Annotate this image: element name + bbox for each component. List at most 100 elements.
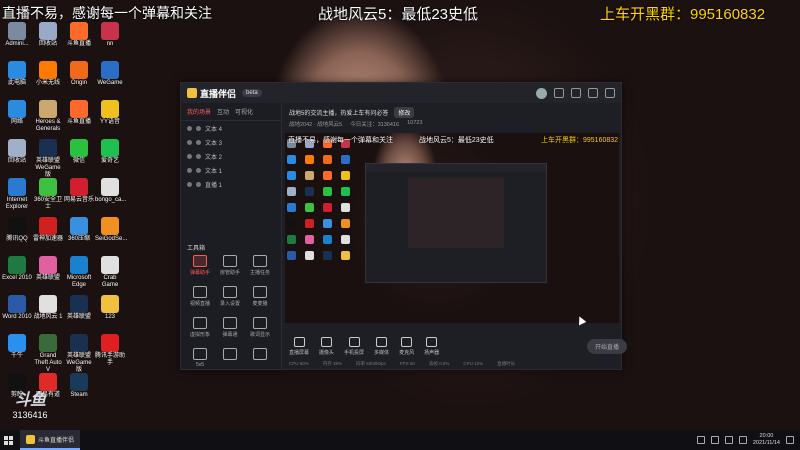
source-button[interactable]: 手机投屏 — [344, 336, 365, 356]
lock-icon[interactable] — [196, 139, 201, 145]
bell-icon[interactable] — [588, 88, 598, 98]
desktop-icon[interactable]: 回收站 — [2, 139, 32, 165]
lock-icon[interactable] — [196, 181, 201, 187]
source-label: 手机投屏 — [344, 349, 365, 356]
desktop-icon[interactable]: Excel 2010 — [2, 256, 32, 282]
version-badge[interactable]: beta — [242, 89, 262, 97]
nested-titlebar — [366, 164, 546, 172]
visibility-eye-icon[interactable] — [187, 139, 192, 145]
tool-item[interactable]: 弹幕助手 — [185, 255, 215, 276]
desktop-icon[interactable]: Microsoft Edge — [64, 256, 94, 289]
desktop-icon[interactable]: 战地风云 1 — [33, 295, 63, 321]
tool-item[interactable]: 5v5 — [185, 348, 215, 368]
start-button[interactable] — [0, 430, 16, 450]
desktop-icon[interactable]: 腾讯手游助手 — [95, 334, 125, 367]
desktop-icon[interactable]: nn — [95, 22, 125, 48]
tool-item[interactable]: 视频直播 — [185, 286, 215, 307]
desktop-icon[interactable]: 爱奇艺 — [95, 139, 125, 165]
volume-icon[interactable] — [724, 436, 733, 444]
tab-my-scenes[interactable]: 我的场景 — [187, 107, 211, 116]
source-button[interactable]: 扬声器 — [424, 336, 439, 356]
desktop-icon[interactable]: 回收站 — [33, 22, 63, 48]
desktop-icon[interactable]: 雷神加速器 — [33, 217, 63, 243]
desktop-icon[interactable]: Word 2010 — [2, 295, 32, 321]
scene-item[interactable]: 文本 1 — [181, 163, 281, 177]
desktop-icon[interactable]: 千牛 — [2, 334, 32, 360]
stream-category[interactable]: 战地2042 · 战地风云5 — [289, 120, 342, 128]
tool-item[interactable] — [215, 348, 245, 368]
lock-icon[interactable] — [196, 153, 201, 159]
tab-interact[interactable]: 互动 — [217, 107, 229, 116]
desktop-icon[interactable]: Admini... — [2, 22, 32, 48]
status-item: CPU 12% — [463, 361, 484, 366]
desktop-icon[interactable]: 360压缩 — [64, 217, 94, 243]
desktop-icon[interactable]: SeiGodSe... — [95, 217, 127, 243]
ime-icon[interactable] — [738, 436, 747, 444]
desktop-icon[interactable]: Internet Explorer — [2, 178, 32, 211]
user-avatar[interactable] — [536, 87, 547, 99]
desktop-icon[interactable]: Heroes & Generals — [33, 100, 63, 133]
desktop-icon[interactable]: Crab Game — [95, 256, 125, 289]
visibility-eye-icon[interactable] — [187, 153, 192, 159]
tool-item[interactable]: 歌词显示 — [245, 317, 275, 338]
tray-up-icon[interactable] — [696, 436, 705, 444]
desktop-icon[interactable]: bongo_ca... — [95, 178, 127, 204]
desktop-icon[interactable]: 斗鱼直播 — [64, 22, 94, 48]
desktop-icon[interactable]: Steam — [64, 373, 94, 399]
scene-item[interactable]: 文本 4 — [181, 121, 281, 135]
visibility-eye-icon[interactable] — [187, 181, 192, 187]
start-stream-button[interactable]: 开始直播 — [586, 338, 627, 354]
desktop-icon-label: Grand Theft Auto V — [34, 353, 62, 373]
lock-icon[interactable] — [196, 167, 201, 173]
scene-item[interactable]: 直播 1 — [181, 177, 281, 191]
preview-icon — [323, 219, 332, 228]
gift-icon[interactable] — [554, 88, 564, 98]
scene-item[interactable]: 文本 3 — [181, 135, 281, 149]
desktop-icon[interactable]: 网易云音乐 — [64, 178, 94, 204]
tab-visual[interactable]: 可视化 — [235, 107, 253, 116]
desktop-icon[interactable]: 微信 — [64, 139, 94, 165]
tool-item[interactable]: 主播任务 — [245, 255, 275, 276]
clock[interactable]: 20:00 2021/11/14 — [753, 433, 780, 447]
tool-item[interactable]: 房管助手 — [215, 255, 245, 276]
source-button[interactable]: 摄像头 — [319, 336, 334, 356]
desktop-icon[interactable]: 斗鱼直播 — [64, 100, 94, 126]
desktop-icon[interactable]: 小米无线 — [33, 61, 63, 87]
visibility-eye-icon[interactable] — [187, 167, 192, 173]
desktop-icon[interactable]: WeGame — [95, 61, 125, 87]
share-icon[interactable] — [605, 88, 615, 98]
desktop-icon[interactable]: 英雄联盟 — [64, 295, 94, 321]
tool-item[interactable] — [245, 348, 275, 368]
source-button[interactable]: 多媒体 — [374, 336, 389, 356]
tool-item[interactable]: 麦麦播 — [245, 286, 275, 307]
desktop-icon[interactable]: 腾讯QQ — [2, 217, 32, 243]
desktop-icon-label: bongo_ca... — [95, 197, 127, 203]
clock-date: 2021/11/14 — [752, 440, 780, 446]
desktop-icon[interactable]: 123 — [95, 295, 125, 321]
lock-icon[interactable] — [196, 125, 201, 131]
desktop-icon[interactable]: Origin — [64, 61, 94, 87]
desktop-icon[interactable]: 网络 — [2, 100, 32, 126]
tool-item[interactable]: 虚拟形象 — [185, 317, 215, 338]
desktop-icon[interactable]: 英雄联盟 WeGame版 — [33, 139, 63, 179]
desktop-icon[interactable]: 英雄联盟 WeGame版 — [64, 334, 94, 374]
stream-preview[interactable]: 直播不易，感谢每一个弹幕和关注 战地风云5：最低23史低 上车开黑群：99516… — [285, 133, 619, 323]
desktop-icon[interactable]: Grand Theft Auto V — [33, 334, 63, 374]
source-button[interactable]: 直播屏幕 — [289, 336, 309, 356]
visibility-eye-icon[interactable] — [187, 125, 192, 131]
tool-item[interactable]: 弹幕通 — [215, 317, 245, 338]
notification-icon[interactable] — [786, 436, 794, 444]
tool-item[interactable]: 录入设置 — [215, 286, 245, 307]
source-button[interactable]: 麦克风 — [399, 336, 414, 356]
taskbar-app-item[interactable]: 斗鱼直播伴侣 — [20, 430, 81, 450]
scene-item[interactable]: 文本 2 — [181, 149, 281, 163]
desktop-icon[interactable]: 英雄联盟 — [33, 256, 63, 282]
modify-title-button[interactable]: 修改 — [394, 107, 415, 118]
desktop-icon[interactable]: YY语音 — [95, 100, 125, 126]
desktop-icon[interactable]: 360安全卫士 — [33, 178, 63, 211]
settings-icon[interactable] — [571, 88, 581, 98]
app-icon — [8, 139, 26, 157]
network-icon[interactable] — [710, 436, 719, 444]
desktop-icon[interactable]: 此电脑 — [2, 61, 32, 87]
desktop-icon-label: Excel 2010 — [2, 275, 32, 281]
